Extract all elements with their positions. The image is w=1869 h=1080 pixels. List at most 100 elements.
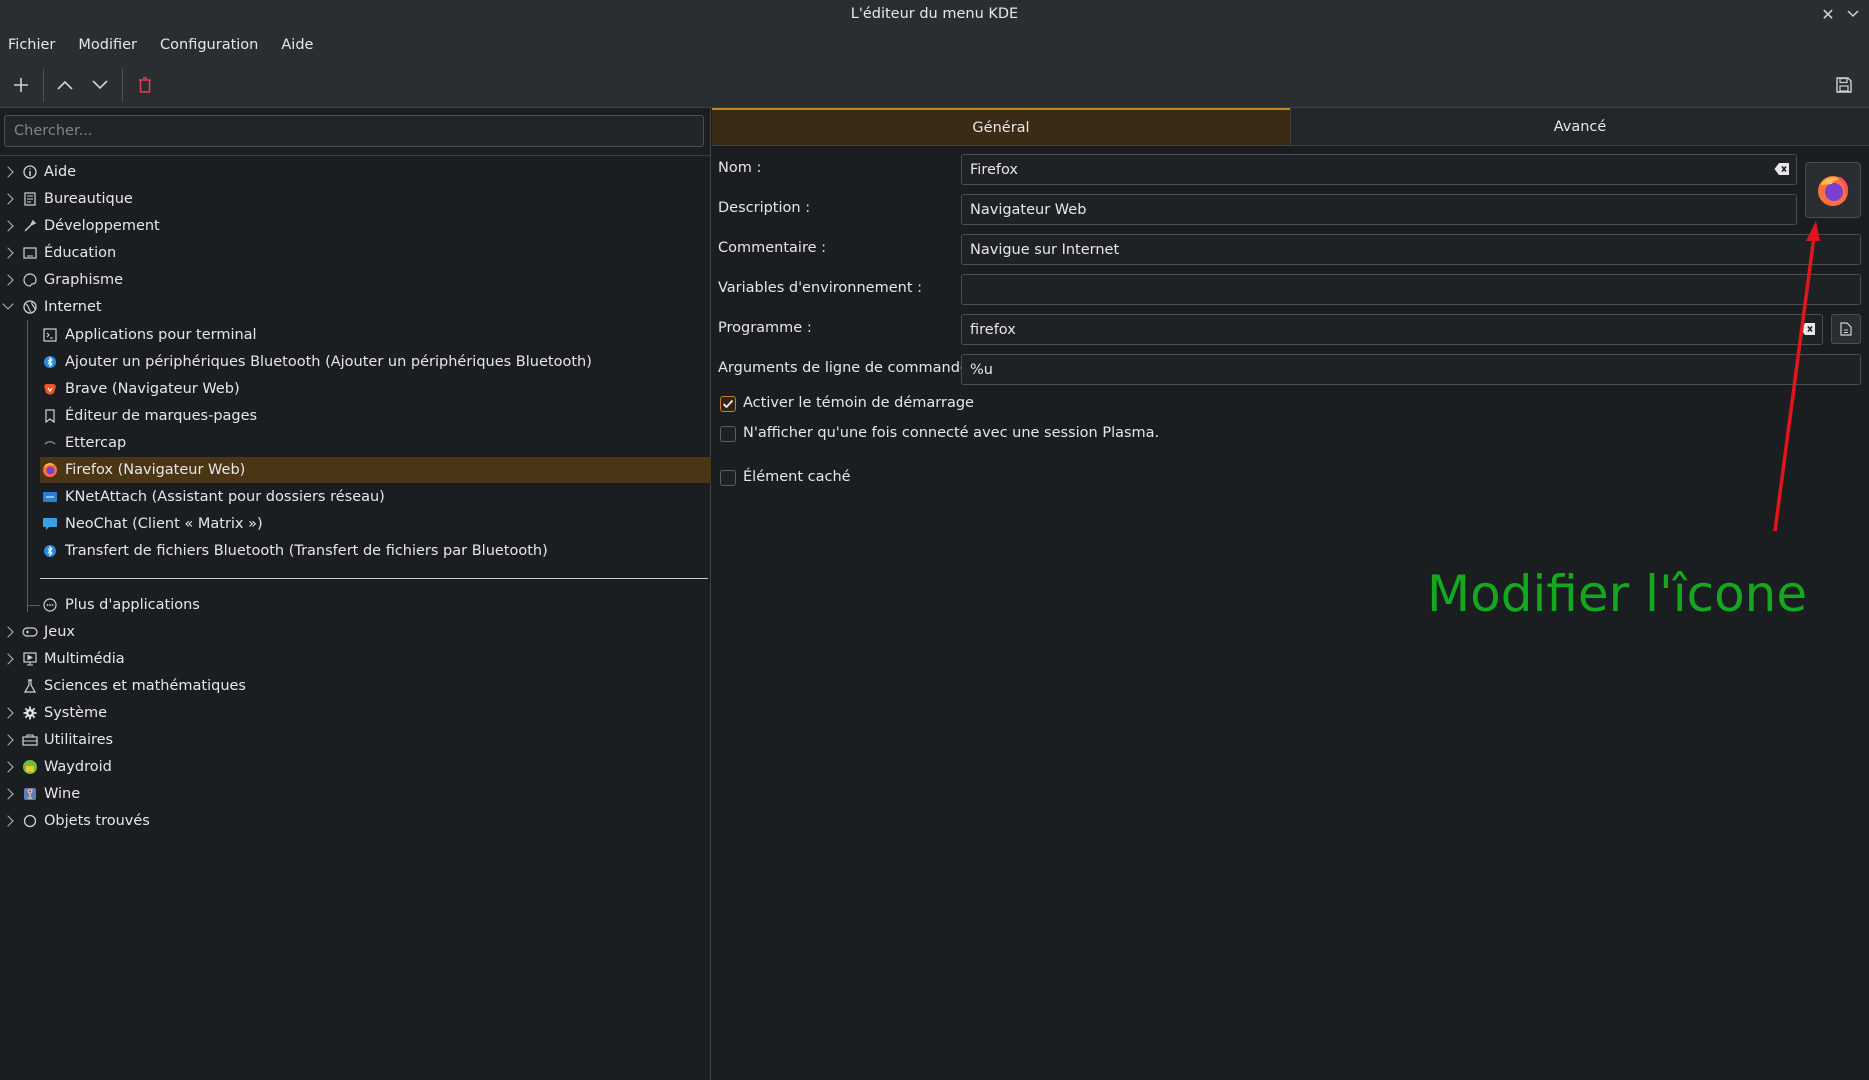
tree-item-education[interactable]: Éducation [0,240,711,266]
tree-item-brave[interactable]: Brave (Navigateur Web) [40,376,711,402]
tree-item-ettercap[interactable]: Ettercap [40,430,711,456]
window-title: L'éditeur du menu KDE [850,6,1019,22]
close-icon[interactable]: ✕ [1818,4,1838,24]
browse-program-button[interactable] [1831,314,1861,344]
tree-item-internet[interactable]: Internet [0,294,711,320]
menu-bar: Fichier Modifier Configuration Aide [0,28,1869,62]
move-up-button[interactable] [51,71,79,99]
tools-icon [22,218,38,234]
tree-item-jeux[interactable]: Jeux [0,619,711,645]
plasma-only-label: N'afficher qu'une fois connecté avec une… [743,425,1160,441]
comment-field[interactable]: Navigue sur Internet [961,234,1861,265]
args-field[interactable]: %u [961,354,1861,385]
tree-item-objets-trouves[interactable]: Objets trouvés [0,808,711,834]
tree-item-label: Graphisme [44,272,124,288]
bluetooth-icon [42,354,58,370]
tab-advanced[interactable]: Avancé [1290,108,1869,145]
move-down-button[interactable] [86,71,114,99]
chevron-right-icon[interactable] [2,626,14,638]
chevron-down-icon[interactable] [2,298,14,310]
save-button[interactable] [1830,71,1858,99]
tree-item-bluetooth-transfer[interactable]: Transfert de fichiers Bluetooth (Transfe… [40,538,711,564]
gamepad-icon [22,624,38,640]
search-input[interactable] [4,115,704,147]
annotation-text: Modifier l'îcone [1427,565,1808,623]
args-label: Arguments de ligne de commandes : [718,360,986,376]
tree-item-bookmarks-editor[interactable]: Éditeur de marques-pages [40,403,711,429]
choose-icon-button[interactable] [1805,162,1861,218]
tree-item-bluetooth-add[interactable]: Ajouter un périphériques Bluetooth (Ajou… [40,349,711,375]
gear-icon [22,705,38,721]
chevron-right-icon[interactable] [2,193,14,205]
tree-item-more-apps[interactable]: Plus d'applications [40,592,711,618]
chevron-right-icon[interactable] [2,788,14,800]
chevron-right-icon[interactable] [2,653,14,665]
brave-icon [42,381,58,397]
clear-icon[interactable] [1774,162,1790,176]
tree-guide-line [27,320,28,612]
tree-item-label: NeoChat (Client « Matrix ») [65,516,263,532]
annotation-arrow [1773,221,1820,532]
chat-icon [42,516,58,532]
flask-icon [22,678,38,694]
tree-item-aide[interactable]: Aide [0,159,711,185]
tree-item-label: Système [44,705,107,721]
chevron-right-icon[interactable] [2,707,14,719]
tree-item-bureautique[interactable]: Bureautique [0,186,711,212]
education-icon [22,245,38,261]
hidden-label: Élément caché [743,469,851,485]
search-divider [0,155,711,156]
tree-item-multimedia[interactable]: Multimédia [0,646,711,672]
add-button[interactable] [7,71,35,99]
hidden-checkbox[interactable] [720,470,736,486]
file-icon [1840,322,1852,336]
globe-icon [22,299,38,315]
menu-fichier[interactable]: Fichier [8,37,55,53]
name-field[interactable]: Firefox [961,154,1797,185]
chevron-right-icon[interactable] [2,815,14,827]
circle-icon [22,813,38,829]
chevron-right-icon[interactable] [2,734,14,746]
comment-label: Commentaire : [718,240,827,256]
startup-feedback-checkbox[interactable] [720,396,736,412]
menu-modifier[interactable]: Modifier [78,37,137,53]
chevron-right-icon[interactable] [2,166,14,178]
chevron-right-icon[interactable] [2,247,14,259]
tree-item-wine[interactable]: Wine [0,781,711,807]
tree-item-applications-terminal[interactable]: Applications pour terminal [40,322,711,348]
tree-item-label: Multimédia [44,651,125,667]
tree-item-firefox[interactable]: Firefox (Navigateur Web) [40,457,711,483]
env-field[interactable] [961,274,1861,305]
tree-item-utilitaires[interactable]: Utilitaires [0,727,711,753]
chevron-right-icon[interactable] [2,761,14,773]
tree-item-label: Bureautique [44,191,133,207]
tree-item-systeme[interactable]: Système [0,700,711,726]
delete-button[interactable] [131,71,159,99]
android-icon [22,759,38,775]
tree-separator [40,578,708,579]
bluetooth-icon [42,543,58,559]
tree-item-label: Développement [44,218,160,234]
chevron-down-icon[interactable] [1843,4,1863,24]
tree-item-sciences[interactable]: Sciences et mathématiques [0,673,711,699]
tree-item-developpement[interactable]: Développement [0,213,711,239]
tree-item-graphisme[interactable]: Graphisme [0,267,711,293]
tab-general[interactable]: Général [712,108,1290,145]
description-field[interactable]: Navigateur Web [961,194,1797,225]
tree-item-label: KNetAttach (Assistant pour dossiers rése… [65,489,385,505]
tree-item-waydroid[interactable]: Waydroid [0,754,711,780]
toolbar-separator [43,68,44,102]
plasma-only-checkbox[interactable] [720,426,736,442]
plus-icon [14,78,28,92]
program-field[interactable]: firefox [961,314,1823,345]
description-label: Description : [718,200,811,216]
tree-item-neochat[interactable]: NeoChat (Client « Matrix ») [40,511,711,537]
menu-aide[interactable]: Aide [281,37,313,53]
tree-item-label: Waydroid [44,759,112,775]
chevron-right-icon[interactable] [2,274,14,286]
chevron-right-icon[interactable] [2,220,14,232]
firefox-icon [42,462,58,478]
menu-configuration[interactable]: Configuration [160,37,258,53]
tree-item-knetattach[interactable]: KNetAttach (Assistant pour dossiers rése… [40,484,711,510]
palette-icon [22,272,38,288]
